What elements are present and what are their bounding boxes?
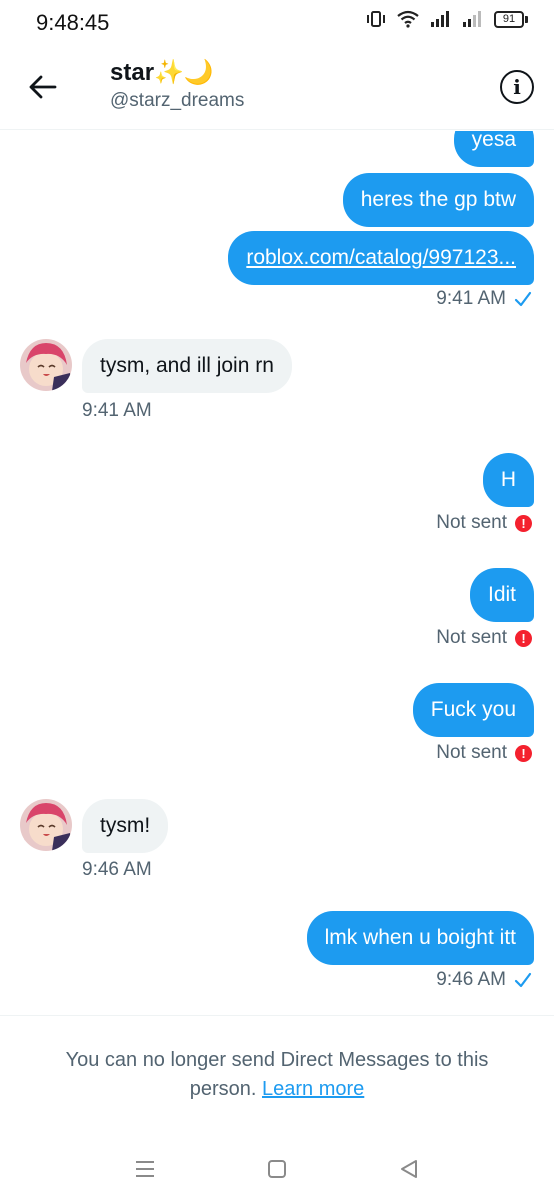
profile-handle[interactable]: @starz_dreams <box>110 90 244 112</box>
avatar[interactable] <box>20 799 72 851</box>
info-icon: i <box>513 75 521 99</box>
avatar[interactable] <box>20 339 72 391</box>
message-status: Not sent ! <box>436 512 532 534</box>
home-square-icon <box>268 1160 286 1178</box>
message-bubble-outgoing[interactable]: H <box>482 453 534 507</box>
message-meta: 9:46 AM <box>436 969 532 991</box>
info-button[interactable]: i <box>500 70 534 104</box>
message-bubble-incoming[interactable]: tysm! <box>82 799 169 853</box>
message-time: 9:46 AM <box>82 859 152 880</box>
message-time: 9:41 AM <box>436 288 506 309</box>
profile-name[interactable]: star✨🌙 <box>110 58 214 87</box>
arrow-left-icon <box>29 75 57 99</box>
message-bubble-outgoing[interactable]: lmk when u boight itt <box>306 911 534 965</box>
checkmark-icon <box>514 291 532 307</box>
wifi-icon <box>396 10 420 28</box>
menu-button[interactable] <box>130 1154 160 1184</box>
message-link[interactable]: roblox.com/catalog/997123... <box>246 246 516 269</box>
back-triangle-icon <box>401 1160 417 1178</box>
message-meta: 9:41 AM <box>436 288 532 310</box>
back-button[interactable] <box>26 70 60 104</box>
message-time: 9:46 AM <box>436 969 506 990</box>
system-nav-bar <box>0 1140 554 1200</box>
message-time: 9:41 AM <box>82 400 152 421</box>
dm-disabled-notice: You can no longer send Direct Messages t… <box>0 1015 554 1140</box>
learn-more-link[interactable]: Learn more <box>262 1078 364 1100</box>
message-bubble-incoming[interactable]: tysm, and ill join rn <box>82 339 292 393</box>
menu-icon <box>136 1161 154 1177</box>
message-bubble-outgoing[interactable]: Fuck you <box>412 683 534 737</box>
not-sent-label: Not sent <box>436 627 507 648</box>
status-time: 9:48:45 <box>36 10 110 35</box>
conversation-header: star✨🌙 @starz_dreams i <box>0 44 554 130</box>
battery-icon: 91 <box>494 10 528 28</box>
message-bubble-link[interactable]: roblox.com/catalog/997123... <box>228 231 534 285</box>
message-status: Not sent ! <box>436 627 532 649</box>
error-icon[interactable]: ! <box>515 629 532 647</box>
not-sent-label: Not sent <box>436 512 507 533</box>
message-list[interactable]: yesa heres the gp btw roblox.com/catalog… <box>0 131 554 1015</box>
message-bubble-outgoing[interactable]: yesa <box>453 131 534 167</box>
message-bubble-outgoing[interactable]: heres the gp btw <box>342 173 534 227</box>
message-bubble-outgoing[interactable]: Idit <box>469 568 534 622</box>
error-icon[interactable]: ! <box>515 514 532 532</box>
signal-icon <box>430 10 452 28</box>
status-icons: 91 <box>366 10 528 28</box>
error-icon[interactable]: ! <box>515 744 532 762</box>
vibrate-icon <box>366 10 386 28</box>
not-sent-label: Not sent <box>436 742 507 763</box>
signal-icon-2 <box>462 10 484 28</box>
notice-text: You can no longer send Direct Messages t… <box>30 1046 524 1104</box>
system-back-button[interactable] <box>394 1154 424 1184</box>
message-status: Not sent ! <box>436 742 532 764</box>
status-bar: 9:48:45 91 <box>0 0 554 44</box>
home-button[interactable] <box>262 1154 292 1184</box>
checkmark-icon <box>514 972 532 988</box>
battery-level: 91 <box>494 10 524 28</box>
